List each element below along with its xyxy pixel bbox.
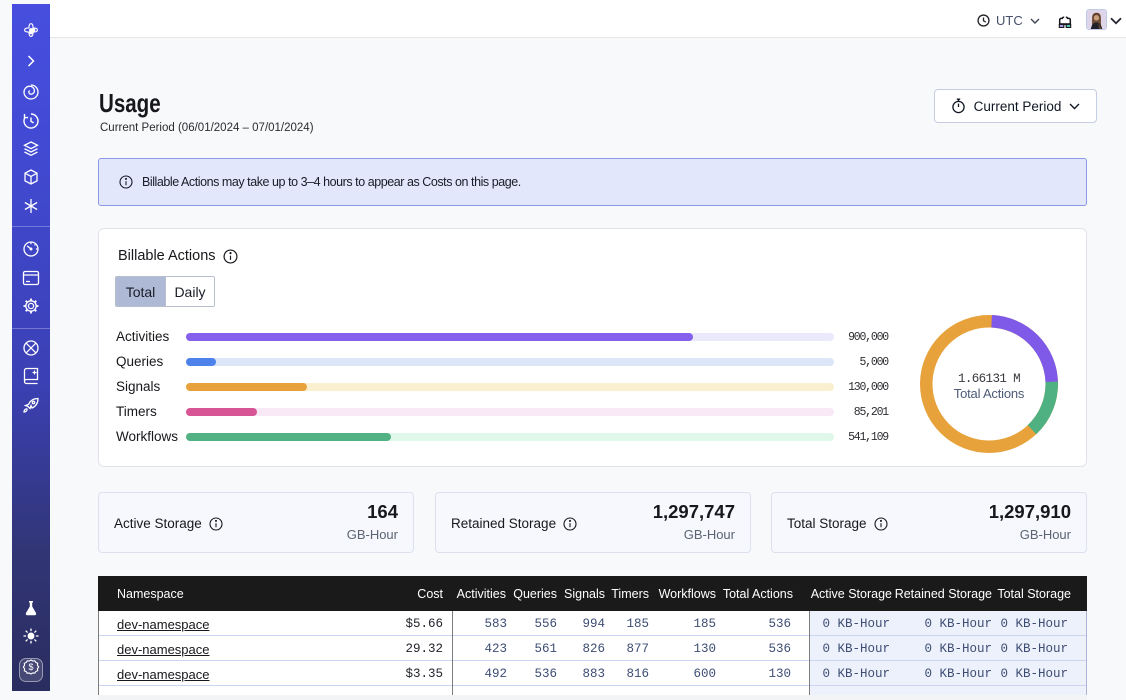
svg-text:Total Actions: Total Actions (954, 386, 1025, 401)
svg-text:1.66131 M: 1.66131 M (958, 372, 1020, 386)
svg-text:$: $ (28, 662, 33, 672)
